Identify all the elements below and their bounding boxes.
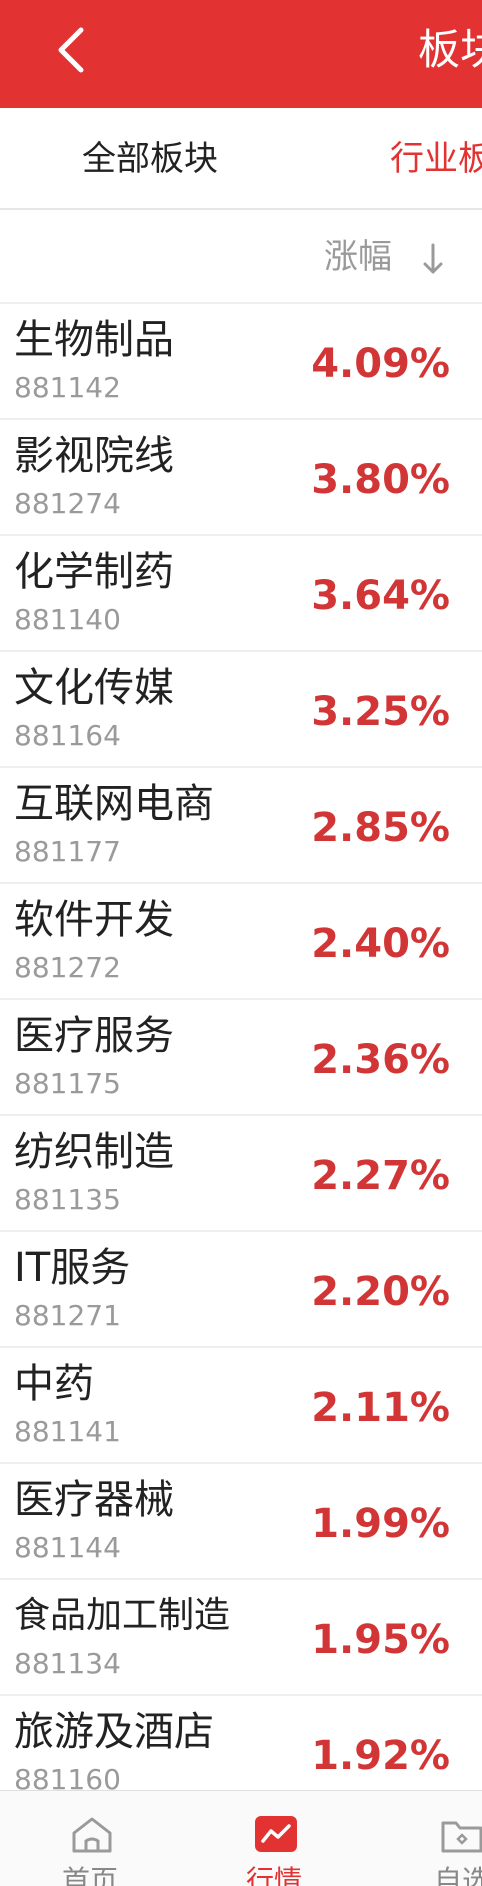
column-header: 涨幅 [0,212,482,304]
sector-change: 4.09% [311,341,450,387]
sector-row[interactable]: 文化传媒 881164 3.25% [0,652,482,768]
sector-name: 影视院线 [14,433,174,479]
sector-row[interactable]: 医疗器械 881144 1.99% [0,1464,482,1580]
sector-name: IT服务 [14,1245,131,1291]
sector-code: 881140 [14,603,121,636]
sector-name: 互联网电商 [14,781,214,827]
sector-name: 医疗服务 [14,1013,174,1059]
sector-change: 2.20% [311,1269,450,1315]
sector-name: 文化传媒 [14,665,174,711]
sector-row[interactable]: 旅游及酒店 881160 1.92% [0,1696,482,1790]
sector-change: 2.36% [311,1037,450,1083]
folder-icon [441,1821,482,1853]
sector-name: 纺织制造 [14,1129,174,1175]
home-icon [72,1817,112,1853]
sector-row[interactable]: 纺织制造 881135 2.27% [0,1116,482,1232]
back-button[interactable] [38,18,102,82]
nav-watchlist-label: 自选 [434,1864,482,1886]
page-title: 板块 [418,25,482,74]
sector-code: 881141 [14,1415,121,1448]
tab-all-sectors[interactable]: 全部板块 [82,136,218,182]
sector-name: 食品加工制造 [14,1595,231,1636]
sector-name: 医疗器械 [14,1477,174,1523]
top-bar: 板块 [0,0,482,108]
sector-change: 1.95% [311,1617,450,1663]
sector-row[interactable]: 医疗服务 881175 2.36% [0,1000,482,1116]
sector-code: 881144 [14,1531,121,1564]
sector-change: 1.99% [311,1501,450,1547]
sector-name: 化学制药 [14,549,174,595]
sector-change: 3.80% [311,457,450,503]
sector-row[interactable]: 软件开发 881272 2.40% [0,884,482,1000]
sector-row[interactable]: IT服务 881271 2.20% [0,1232,482,1348]
nav-market-label: 行情 [246,1864,303,1886]
sector-code: 881175 [14,1067,121,1100]
nav-watchlist[interactable]: 自选 [430,1791,482,1886]
change-column-sort[interactable]: 涨幅 [324,234,392,280]
arrow-down-icon[interactable] [420,242,446,276]
sector-name: 软件开发 [14,897,174,943]
sector-change: 3.64% [311,573,450,619]
sector-name: 中药 [14,1361,94,1407]
sector-row[interactable]: 化学制药 881140 3.64% [0,536,482,652]
sector-change: 2.40% [311,921,450,967]
chevron-left-icon [58,27,84,73]
sector-row[interactable]: 食品加工制造 881134 1.95% [0,1580,482,1696]
sector-change: 2.85% [311,805,450,851]
tab-industry-sectors[interactable]: 行业板 [390,136,482,182]
nav-home[interactable]: 首页 [60,1791,170,1886]
category-tabs: 全部板块 行业板 [0,108,482,210]
sector-change: 2.27% [311,1153,450,1199]
market-chart-icon [255,1816,297,1852]
bottom-navigation: 首页 行情 自选 [0,1790,482,1886]
sector-code: 881135 [14,1183,121,1216]
sector-code: 881164 [14,719,121,752]
sector-code: 881142 [14,371,121,404]
sector-change: 1.92% [311,1733,450,1779]
sector-change: 2.11% [311,1385,450,1431]
sector-code: 881177 [14,835,121,868]
sector-code: 881271 [14,1299,121,1332]
app-screen: 板块 全部板块 行业板 涨幅 生物制品 881142 4.09% 影视院线 88… [0,0,482,1886]
sector-code: 881272 [14,951,121,984]
sector-list: 生物制品 881142 4.09% 影视院线 881274 3.80% 化学制药… [0,304,482,1790]
nav-home-label: 首页 [62,1864,119,1886]
sector-row[interactable]: 影视院线 881274 3.80% [0,420,482,536]
sector-name: 生物制品 [14,317,174,363]
sector-code: 881274 [14,487,121,520]
sector-code: 881160 [14,1763,121,1790]
sector-code: 881134 [14,1647,121,1680]
sector-row[interactable]: 生物制品 881142 4.09% [0,304,482,420]
sector-row[interactable]: 互联网电商 881177 2.85% [0,768,482,884]
nav-market[interactable]: 行情 [240,1791,350,1886]
sector-row[interactable]: 中药 881141 2.11% [0,1348,482,1464]
sector-change: 3.25% [311,689,450,735]
sector-name: 旅游及酒店 [14,1709,214,1755]
